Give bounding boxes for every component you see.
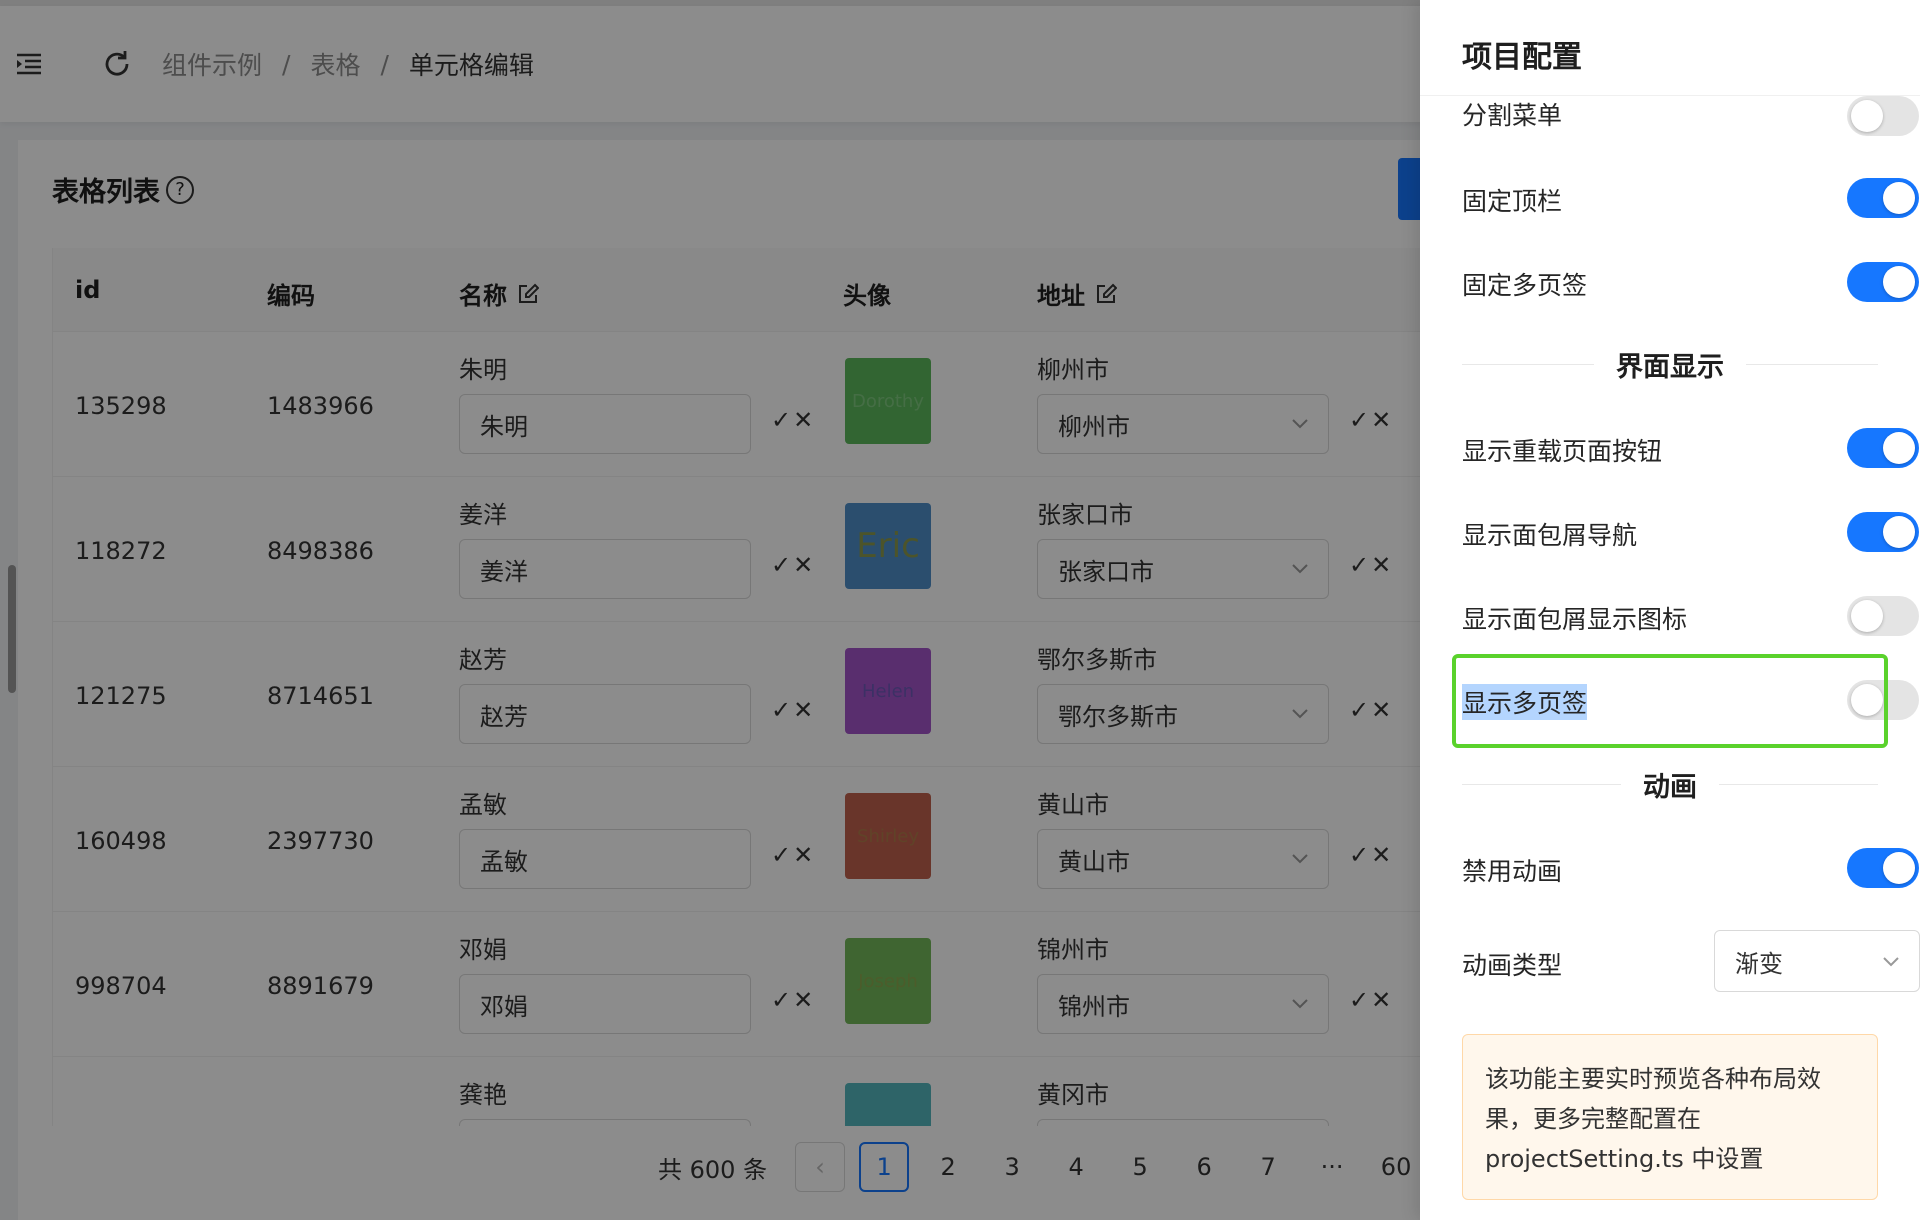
show-breadcrumb-toggle[interactable] [1847, 512, 1919, 552]
divider-line [1462, 783, 1621, 785]
split-menu-toggle[interactable] [1847, 96, 1919, 136]
settings-drawer: 项目配置 分割菜单 固定顶栏 固定多页签 界面显示 显示重载页面按钮 显示面包屑… [1420, 0, 1920, 1220]
setting-label: 显示重载页面按钮 [1462, 437, 1663, 466]
toggle-knob [1883, 516, 1915, 548]
toggle-knob [1851, 600, 1883, 632]
divider-line [1719, 783, 1878, 785]
fixed-header-toggle[interactable] [1847, 178, 1919, 218]
chevron-down-icon [1883, 957, 1899, 967]
setting-label: 显示面包屑显示图标 [1462, 605, 1688, 634]
setting-label: 动画类型 [1462, 951, 1563, 980]
section-divider-display: 界面显示 [1462, 344, 1878, 384]
section-divider-animation: 动画 [1462, 764, 1878, 804]
toggle-knob [1883, 182, 1915, 214]
section-title-animation: 动画 [1643, 771, 1697, 803]
disable-animation-toggle[interactable] [1847, 848, 1919, 888]
fixed-tabs-toggle[interactable] [1847, 262, 1919, 302]
select-value: 渐变 [1735, 949, 1783, 978]
breadcrumb-icon-toggle[interactable] [1847, 596, 1919, 636]
section-title-display: 界面显示 [1616, 351, 1724, 383]
animation-type-select[interactable]: 渐变 [1714, 930, 1920, 992]
drawer-title: 项目配置 [1462, 40, 1582, 75]
divider-line [1746, 363, 1878, 365]
setting-label: 固定多页签 [1462, 271, 1588, 300]
setting-label: 禁用动画 [1462, 857, 1563, 886]
setting-label: 分割菜单 [1462, 101, 1563, 130]
highlight-frame [1452, 654, 1888, 748]
setting-label: 固定顶栏 [1462, 187, 1563, 216]
toggle-knob [1883, 432, 1915, 464]
drawer-header: 项目配置 [1420, 6, 1920, 96]
setting-label: 显示面包屑导航 [1462, 521, 1638, 550]
notice-box: 该功能主要实时预览各种布局效果，更多完整配置在 projectSetting.t… [1462, 1034, 1878, 1200]
show-reload-toggle[interactable] [1847, 428, 1919, 468]
toggle-knob [1851, 100, 1883, 132]
drawer-mask[interactable] [0, 0, 1420, 1220]
toggle-knob [1883, 266, 1915, 298]
divider-line [1462, 363, 1594, 365]
toggle-knob [1883, 852, 1915, 884]
